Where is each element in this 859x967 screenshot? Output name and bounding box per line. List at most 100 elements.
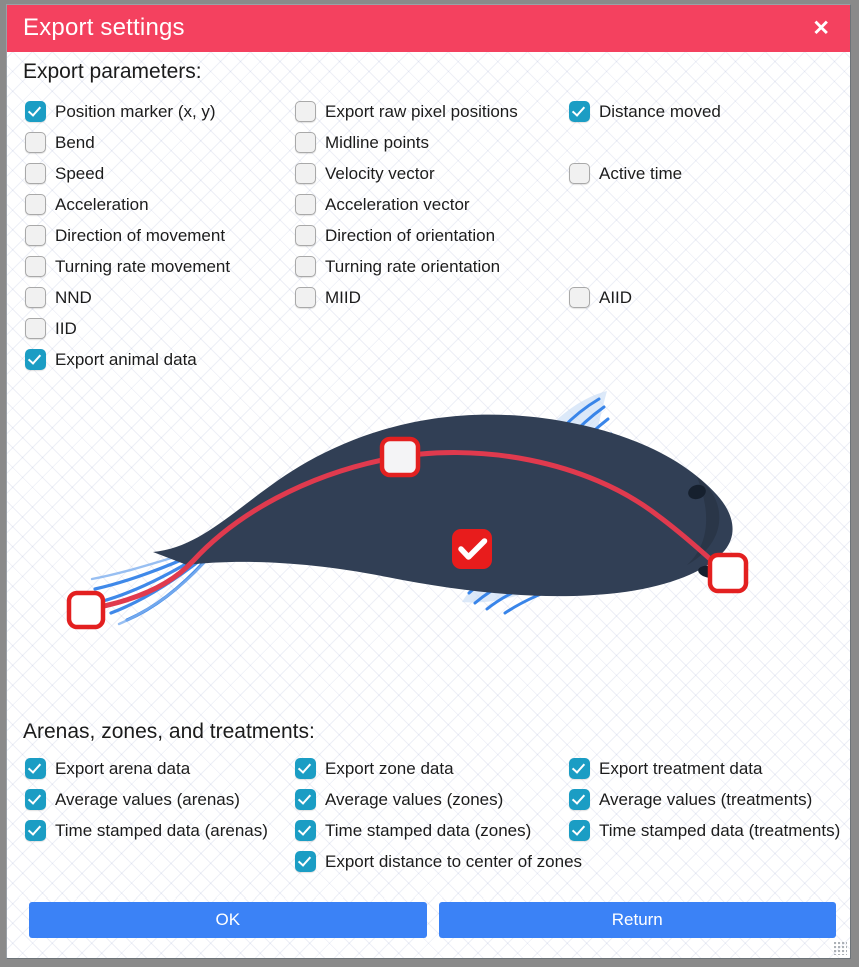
checkbox-midline-points[interactable]: [295, 132, 316, 153]
checkbox-label: Direction of movement: [55, 226, 226, 245]
checkbox-export-arena-data[interactable]: [25, 758, 46, 779]
checkbox-row-active-time[interactable]: Active time: [569, 163, 682, 184]
checkbox-row-export-animal-data[interactable]: Export animal data: [25, 349, 197, 370]
checkbox-row-export-raw-pixel-positions[interactable]: Export raw pixel positions: [295, 101, 518, 122]
checkbox-row-distance-moved[interactable]: Distance moved: [569, 101, 721, 122]
checkbox-label: Time stamped data (arenas): [55, 821, 268, 840]
checkbox-label: IID: [55, 319, 77, 338]
head-marker: [707, 552, 749, 594]
checkbox-label: Distance moved: [599, 102, 721, 121]
checkbox-row-export-distance-to-center-of-zones[interactable]: Export distance to center of zones: [295, 851, 582, 872]
checkbox-label: Time stamped data (zones): [325, 821, 532, 840]
checkbox-bend[interactable]: [25, 132, 46, 153]
checkbox-active-time[interactable]: [569, 163, 590, 184]
checkbox-export-treatment-data[interactable]: [569, 758, 590, 779]
dialog-titlebar: Export settings ✕: [7, 5, 850, 52]
export-parameters-heading: Export parameters:: [23, 60, 202, 83]
checkbox-row-average-values-zones[interactable]: Average values (zones): [295, 789, 503, 810]
checkbox-label: MIID: [325, 288, 361, 307]
checkbox-acceleration[interactable]: [25, 194, 46, 215]
checkbox-time-stamped-data-treatments[interactable]: [569, 820, 590, 841]
checkbox-row-midline-points[interactable]: Midline points: [295, 132, 429, 153]
checkbox-label: Export animal data: [55, 350, 197, 369]
checkbox-label: AIID: [599, 288, 633, 307]
checkbox-label: Position marker (x, y): [55, 102, 216, 121]
mid-body-marker: [379, 436, 421, 478]
check-badge-icon: [452, 529, 492, 569]
checkbox-turning-rate-orientation[interactable]: [295, 256, 316, 277]
checkbox-row-export-arena-data[interactable]: Export arena data: [25, 758, 190, 779]
checkbox-row-nnd[interactable]: NND: [25, 287, 92, 308]
checkbox-row-bend[interactable]: Bend: [25, 132, 95, 153]
checkbox-label: Direction of orientation: [325, 226, 496, 245]
checkbox-row-velocity-vector[interactable]: Velocity vector: [295, 163, 435, 184]
checkbox-label: Speed: [55, 164, 105, 183]
checkbox-row-export-treatment-data[interactable]: Export treatment data: [569, 758, 762, 779]
checkbox-export-animal-data[interactable]: [25, 349, 46, 370]
checkbox-row-miid[interactable]: MIID: [295, 287, 361, 308]
checkbox-label: Export distance to center of zones: [325, 852, 583, 871]
checkbox-miid[interactable]: [295, 287, 316, 308]
checkbox-label: Export treatment data: [599, 759, 763, 778]
checkbox-label: Time stamped data (treatments): [599, 821, 841, 840]
checkbox-row-direction-of-movement[interactable]: Direction of movement: [25, 225, 225, 246]
checkbox-label: Average values (zones): [325, 790, 504, 809]
checkbox-label: Acceleration vector: [325, 195, 470, 214]
dialog-footer: OK Return: [7, 898, 850, 958]
checkbox-label: Average values (arenas): [55, 790, 240, 809]
checkbox-label: Turning rate orientation: [325, 257, 501, 276]
return-button[interactable]: Return: [438, 902, 836, 938]
checkbox-row-aiid[interactable]: AIID: [569, 287, 632, 308]
checkbox-row-turning-rate-movement[interactable]: Turning rate movement: [25, 256, 230, 277]
checkbox-nnd[interactable]: [25, 287, 46, 308]
checkbox-turning-rate-movement[interactable]: [25, 256, 46, 277]
checkbox-row-acceleration-vector[interactable]: Acceleration vector: [295, 194, 470, 215]
checkbox-row-direction-of-orientation[interactable]: Direction of orientation: [295, 225, 495, 246]
checkbox-row-position-marker[interactable]: Position marker (x, y): [25, 101, 216, 122]
checkbox-iid[interactable]: [25, 318, 46, 339]
checkbox-label: Turning rate movement: [55, 257, 231, 276]
export-settings-dialog: Export settings ✕ Export parameters: Pos…: [6, 4, 851, 959]
arenas-zones-treatments-heading: Arenas, zones, and treatments:: [23, 720, 315, 743]
checkbox-row-average-values-arenas[interactable]: Average values (arenas): [25, 789, 240, 810]
checkbox-label: Average values (treatments): [599, 790, 813, 809]
checkbox-average-values-arenas[interactable]: [25, 789, 46, 810]
checkbox-acceleration-vector[interactable]: [295, 194, 316, 215]
checkbox-label: NND: [55, 288, 92, 307]
checkbox-row-acceleration[interactable]: Acceleration: [25, 194, 149, 215]
checkbox-label: Export arena data: [55, 759, 191, 778]
checkbox-export-raw-pixel-positions[interactable]: [295, 101, 316, 122]
checkbox-distance-moved[interactable]: [569, 101, 590, 122]
checkbox-row-time-stamped-data-arenas[interactable]: Time stamped data (arenas): [25, 820, 268, 841]
checkbox-direction-of-orientation[interactable]: [295, 225, 316, 246]
ok-button[interactable]: OK: [29, 902, 427, 938]
checkbox-label: Velocity vector: [325, 164, 435, 183]
checkbox-row-time-stamped-data-zones[interactable]: Time stamped data (zones): [295, 820, 531, 841]
checkbox-aiid[interactable]: [569, 287, 590, 308]
checkbox-time-stamped-data-zones[interactable]: [295, 820, 316, 841]
checkbox-time-stamped-data-arenas[interactable]: [25, 820, 46, 841]
fish-midline-tracking-illustration: [7, 377, 850, 707]
checkbox-row-turning-rate-orientation[interactable]: Turning rate orientation: [295, 256, 500, 277]
checkbox-label: Midline points: [325, 133, 429, 152]
checkbox-row-time-stamped-data-treatments[interactable]: Time stamped data (treatments): [569, 820, 840, 841]
checkbox-label: Export raw pixel positions: [325, 102, 518, 121]
checkbox-export-zone-data[interactable]: [295, 758, 316, 779]
checkbox-direction-of-movement[interactable]: [25, 225, 46, 246]
checkbox-velocity-vector[interactable]: [295, 163, 316, 184]
close-icon[interactable]: ✕: [806, 16, 836, 41]
checkbox-average-values-zones[interactable]: [295, 789, 316, 810]
checkbox-row-iid[interactable]: IID: [25, 318, 77, 339]
arenas-zones-treatments-section: Arenas, zones, and treatments: Export ar…: [7, 720, 850, 898]
checkbox-row-average-values-treatments[interactable]: Average values (treatments): [569, 789, 812, 810]
checkbox-row-export-zone-data[interactable]: Export zone data: [295, 758, 454, 779]
checkbox-export-distance-to-center-of-zones[interactable]: [295, 851, 316, 872]
checkbox-label: Export zone data: [325, 759, 454, 778]
checkbox-average-values-treatments[interactable]: [569, 789, 590, 810]
resize-grip-icon[interactable]: [834, 942, 847, 955]
checkbox-label: Active time: [599, 164, 683, 183]
dialog-content: Export parameters: Position marker (x, y…: [7, 52, 850, 898]
checkbox-speed[interactable]: [25, 163, 46, 184]
checkbox-row-speed[interactable]: Speed: [25, 163, 104, 184]
checkbox-position-marker[interactable]: [25, 101, 46, 122]
